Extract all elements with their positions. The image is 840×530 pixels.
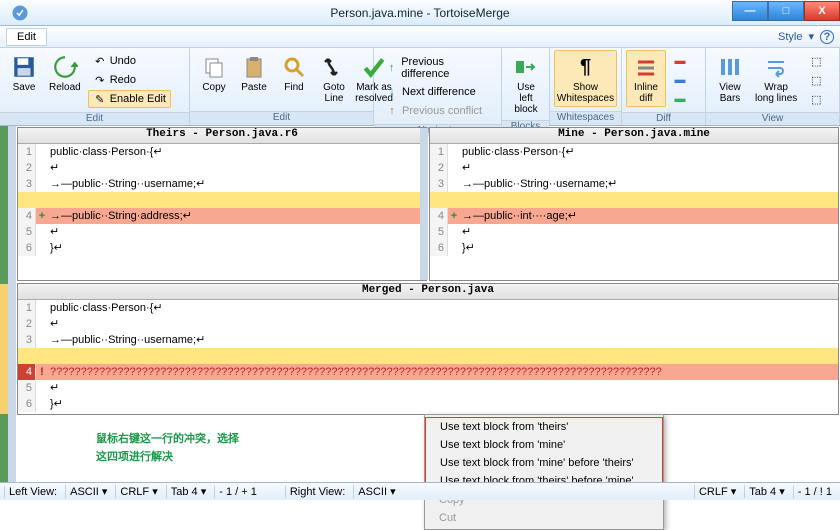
paste-icon bbox=[240, 53, 268, 81]
reload-button[interactable]: Reload bbox=[44, 50, 86, 96]
status-bar: Left View: ASCII ▾ CRLF ▾ Tab 4 ▾ - 1 / … bbox=[0, 482, 840, 500]
undo-icon: ↶ bbox=[93, 54, 107, 68]
enable-edit-button[interactable]: ✎Enable Edit bbox=[88, 90, 171, 108]
redo-icon: ↷ bbox=[93, 73, 107, 87]
theirs-title: Theirs - Person.java.r6 bbox=[18, 128, 426, 144]
merged-pane: Merged - Person.java 1public·class·Perso… bbox=[17, 283, 839, 415]
find-icon bbox=[280, 53, 308, 81]
wrap-lines-button[interactable]: Wrap long lines bbox=[750, 50, 802, 107]
inline-icon bbox=[632, 53, 660, 81]
maximize-button[interactable]: □ bbox=[768, 1, 804, 21]
ctx-use-mine[interactable]: Use text block from 'mine' bbox=[426, 436, 662, 454]
tab-edit[interactable]: Edit bbox=[6, 28, 47, 46]
diff-opt3[interactable]: ▬ bbox=[668, 90, 692, 108]
copy-icon bbox=[200, 53, 228, 81]
merged-title: Merged - Person.java bbox=[18, 284, 838, 300]
ctx-mine-before-theirs[interactable]: Use text block from 'mine' before 'their… bbox=[426, 454, 662, 472]
wrap-icon bbox=[762, 53, 790, 81]
bars-icon bbox=[716, 53, 744, 81]
prev-diff-button[interactable]: ↑Previous difference bbox=[380, 54, 495, 82]
theirs-pane: Theirs - Person.java.r6 1public·class·Pe… bbox=[17, 127, 427, 281]
save-icon bbox=[10, 53, 38, 81]
up-arrow-icon: ↑ bbox=[385, 61, 398, 75]
mine-title: Mine - Person.java.mine bbox=[430, 128, 838, 144]
ctx-cut[interactable]: Cut bbox=[425, 509, 663, 527]
view-bars-button[interactable]: View Bars bbox=[710, 50, 750, 107]
title-bar: Person.java.mine - TortoiseMerge — □ X bbox=[0, 0, 840, 26]
use-left-block-button[interactable]: Use left block bbox=[506, 50, 546, 118]
close-button[interactable]: X bbox=[804, 1, 840, 21]
next-diff-button[interactable]: ↓Next difference bbox=[380, 83, 495, 101]
show-whitespace-button[interactable]: ¶Show Whitespaces bbox=[554, 50, 617, 107]
down-arrow-icon: ↓ bbox=[385, 85, 399, 99]
undo-button[interactable]: ↶Undo bbox=[88, 52, 171, 70]
minimize-button[interactable]: — bbox=[732, 1, 768, 21]
up-arrow-icon: ↑ bbox=[385, 104, 399, 118]
view-opt2[interactable]: ⬚ bbox=[804, 71, 828, 89]
find-button[interactable]: Find bbox=[274, 50, 314, 96]
diff-opt1[interactable]: ▬ bbox=[668, 52, 692, 70]
paste-button[interactable]: Paste bbox=[234, 50, 274, 96]
menu-tabs: Edit Style▾ ? bbox=[0, 26, 840, 48]
left-block-icon bbox=[512, 53, 540, 81]
inline-diff-button[interactable]: Inline diff bbox=[626, 50, 666, 107]
redo-button[interactable]: ↷Redo bbox=[88, 71, 171, 89]
mine-pane: Mine - Person.java.mine 1public·class·Pe… bbox=[429, 127, 839, 281]
prev-conflict-button[interactable]: ↑Previous conflict bbox=[380, 102, 495, 120]
app-logo bbox=[0, 0, 40, 26]
goto-icon bbox=[320, 53, 348, 81]
ribbon: Save Reload ↶Undo ↷Redo ✎Enable Edit Edi… bbox=[0, 48, 840, 126]
ctx-use-theirs[interactable]: Use text block from 'theirs' bbox=[426, 418, 662, 436]
window-title: Person.java.mine - TortoiseMerge bbox=[330, 6, 509, 20]
view-opt3[interactable]: ⬚ bbox=[804, 90, 828, 108]
diff-opt2[interactable]: ▬ bbox=[668, 71, 692, 89]
view-opt1[interactable]: ⬚ bbox=[804, 52, 828, 70]
style-menu[interactable]: Style bbox=[778, 31, 802, 43]
help-icon[interactable]: ? bbox=[820, 30, 834, 44]
copy-button[interactable]: Copy bbox=[194, 50, 234, 96]
goto-line-button[interactable]: Goto Line bbox=[314, 50, 354, 107]
context-menu: Use text block from 'theirs' Use text bl… bbox=[424, 414, 664, 530]
reload-icon bbox=[51, 53, 79, 81]
save-button[interactable]: Save bbox=[4, 50, 44, 96]
pencil-icon: ✎ bbox=[93, 92, 107, 106]
annotation-text: 鼠标右键这一行的冲突，选择这四项进行解决 bbox=[96, 430, 239, 466]
pilcrow-icon: ¶ bbox=[572, 53, 600, 81]
